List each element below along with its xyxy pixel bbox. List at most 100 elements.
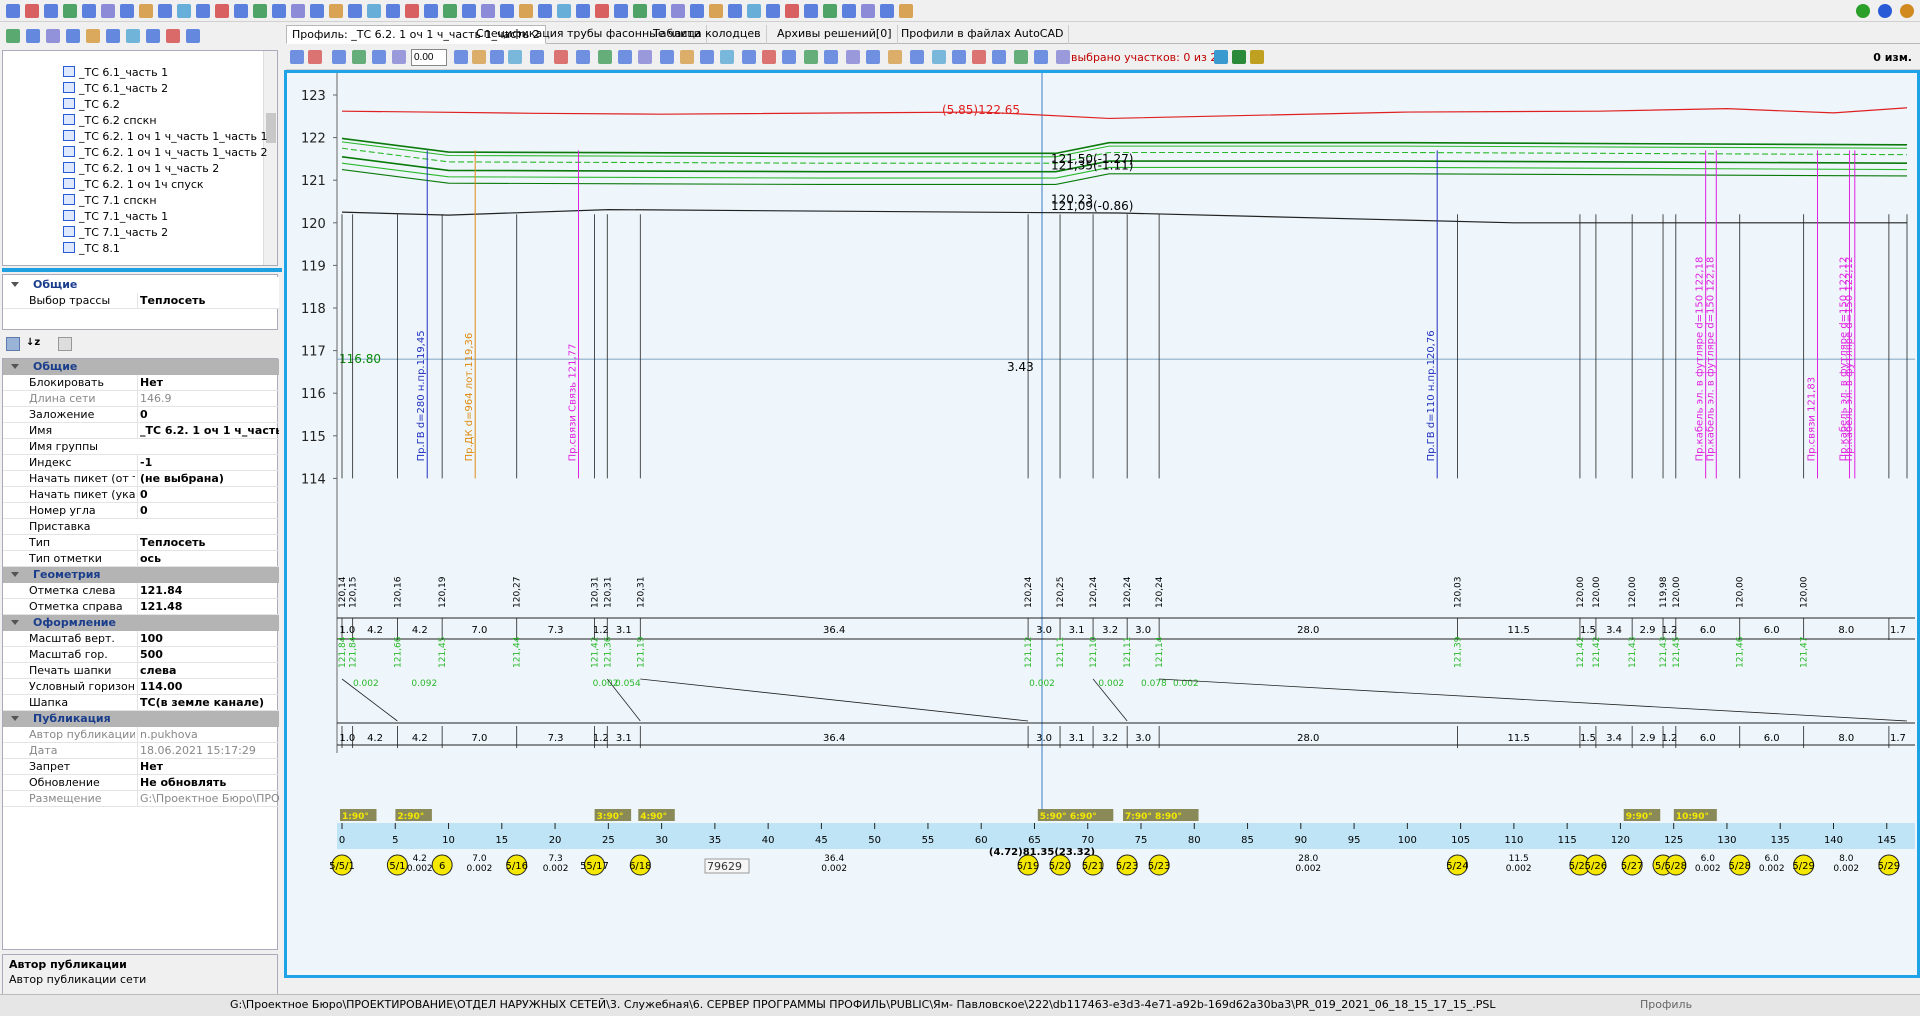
toolbar-icon[interactable] [177,4,191,18]
profile-tool-icon[interactable] [508,50,522,64]
property-value[interactable]: 146.9 [137,391,279,406]
toolbar-icon[interactable] [690,4,704,18]
tree-item[interactable]: _ТС 6.1_часть 1 [63,65,168,81]
tree-item[interactable]: _ТС 8.1 [63,241,120,257]
property-value[interactable]: 114.00 [137,679,279,694]
toolbar-icon[interactable] [310,4,324,18]
toolbar-icon[interactable] [234,4,248,18]
property-pages-icon[interactable] [58,337,72,351]
property-value[interactable]: 0 [137,487,279,502]
tree-item[interactable]: _ТС 6.2. 1 оч 1 ч_часть 1_часть 1 [63,129,267,145]
tree-item[interactable]: _ТС 7.1 спскн [63,193,157,209]
panel-tool-icon[interactable] [126,29,140,43]
toolbar-icon[interactable] [861,4,875,18]
property-row[interactable]: Тип Теплосеть [3,535,279,551]
profile-tool-icon[interactable] [472,50,486,64]
profile-tool-icon[interactable] [762,50,776,64]
property-category[interactable]: Общие [3,359,279,375]
toolbar-icon[interactable] [671,4,685,18]
toolbar-icon[interactable] [519,4,533,18]
toolbar-icon[interactable] [291,4,305,18]
profile-tool-icon[interactable] [638,50,652,64]
property-row[interactable]: Шапка ТС(в земле канале) [3,695,279,711]
toolbar-icon[interactable] [82,4,96,18]
property-value[interactable]: Нет [137,759,279,774]
property-value[interactable]: 0 [137,407,279,422]
toolbar-icon[interactable] [405,4,419,18]
profile-tool-icon[interactable] [1034,50,1048,64]
toolbar-icon[interactable] [766,4,780,18]
toolbar-icon[interactable] [728,4,742,18]
property-row[interactable]: Условный горизонт 114.00 [3,679,279,695]
toolbar-icon[interactable] [481,4,495,18]
profile-tool-icon[interactable] [932,50,946,64]
property-row[interactable]: Имя _ТС 6.2. 1 оч 1 ч_часть [3,423,279,439]
toolbar-icon[interactable] [215,4,229,18]
property-value[interactable]: _ТС 6.2. 1 оч 1 ч_часть [137,423,279,438]
toolbar-icon[interactable] [633,4,647,18]
profile-tool-icon[interactable] [992,50,1006,64]
property-row[interactable]: Имя группы [3,439,279,455]
toolbar-icon[interactable] [899,4,913,18]
property-row[interactable]: Заложение 0 [3,407,279,423]
property-row[interactable]: Масштаб гор. 500 [3,647,279,663]
property-value[interactable]: ТС(в земле канале) [137,695,279,710]
categorized-icon[interactable] [6,337,20,351]
property-row[interactable]: Отметка слева 121.84 [3,583,279,599]
property-value[interactable]: n.pukhova [137,727,279,742]
property-grid[interactable]: Общие Блокировать Нет Длина сети 146.9 Заложе… [2,358,279,950]
profile-tool-icon[interactable] [352,50,366,64]
property-category[interactable]: Публикация [3,711,279,727]
property-value[interactable]: слева [137,663,279,678]
toolbar-icon[interactable] [443,4,457,18]
view-toggle-icon[interactable] [1232,50,1246,64]
property-row[interactable]: Обновление Не обновлять [3,775,279,791]
profile-tool-icon[interactable] [618,50,632,64]
property-row[interactable]: Индекс -1 [3,455,279,471]
scale-input[interactable] [411,49,447,66]
status-icon[interactable] [1856,4,1870,18]
panel-tool-icon[interactable] [66,29,80,43]
profile-tool-icon[interactable] [1056,50,1070,64]
toolbar-icon[interactable] [576,4,590,18]
property-value[interactable]: Теплосеть [137,535,279,550]
property-row[interactable]: Длина сети 146.9 [3,391,279,407]
profile-tool-icon[interactable] [1014,50,1028,64]
panel-tool-icon[interactable] [106,29,120,43]
panel-tool-icon[interactable] [166,29,180,43]
tab[interactable]: Таблица колодцев [648,25,767,44]
property-value[interactable]: -1 [137,455,279,470]
profile-tool-icon[interactable] [720,50,734,64]
toolbar-icon[interactable] [424,4,438,18]
toolbar-icon[interactable] [63,4,77,18]
tree-item[interactable]: _ТС 6.1_часть 2 [63,81,168,97]
toolbar-icon[interactable] [101,4,115,18]
toolbar-icon[interactable] [44,4,58,18]
profile-tool-icon[interactable] [392,50,406,64]
profile-drawing[interactable]: 123122121120119118117116115114116.803.43… [287,73,1917,975]
property-value[interactable]: 0 [137,503,279,518]
panel-tool-icon[interactable] [6,29,20,43]
toolbar-icon[interactable] [25,4,39,18]
tree-item[interactable]: _ТС 6.2. 1 оч 1 ч_часть 2 [63,161,219,177]
panel-tool-icon[interactable] [86,29,100,43]
toolbar-icon[interactable] [614,4,628,18]
toolbar-icon[interactable] [842,4,856,18]
profile-tool-icon[interactable] [554,50,568,64]
profile-tool-icon[interactable] [700,50,714,64]
panel-tool-icon[interactable] [26,29,40,43]
sort-az-icon[interactable]: ↓z [26,337,42,351]
toolbar-icon[interactable] [367,4,381,18]
profile-tool-icon[interactable] [576,50,590,64]
profile-tool-icon[interactable] [866,50,880,64]
tree-item[interactable]: _ТС 7.1_часть 2 [63,225,168,241]
profile-tool-icon[interactable] [660,50,674,64]
property-row[interactable]: Тип отметки ось [3,551,279,567]
profile-canvas[interactable]: 123 122 121 120 119 118 117 116 115 114 116.80 3.43… [284,70,1920,978]
toolbar-icon[interactable] [804,4,818,18]
toolbar-icon[interactable] [386,4,400,18]
profile-tool-icon[interactable] [598,50,612,64]
network-tree[interactable]: _ТС 6.1_часть 1 _ТС 6.1_часть 2 _ТС 6.2 _ТС… [2,50,278,266]
property-value[interactable]: Нет [137,375,279,390]
property-row[interactable]: Начать пикет (от тра(не выбрана) [3,471,279,487]
